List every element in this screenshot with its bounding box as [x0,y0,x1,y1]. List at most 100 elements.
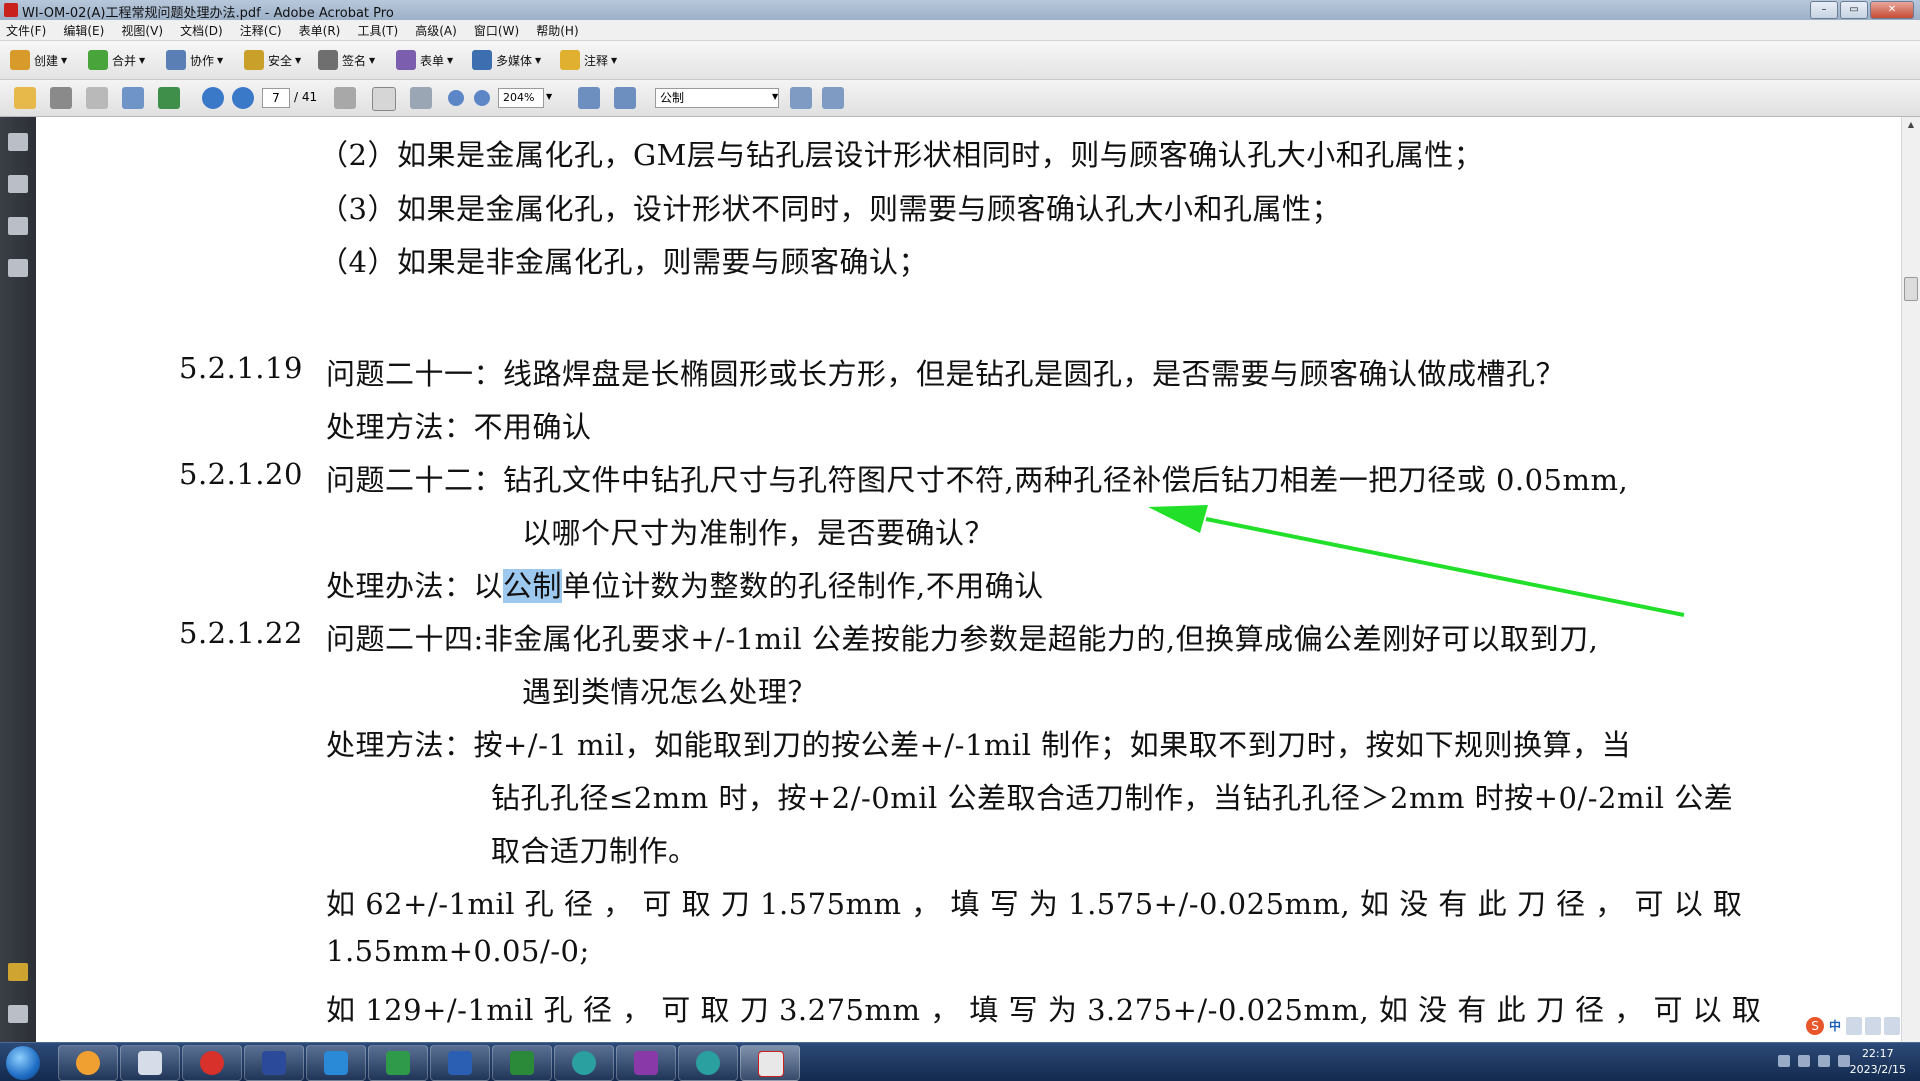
zoom-input[interactable]: 204% [498,88,544,108]
menu-view[interactable]: 视图(V) [115,21,169,41]
arrow-shaft [1205,517,1685,617]
taskbar-app-acrobat[interactable] [740,1045,800,1081]
attachments-icon[interactable] [8,1005,28,1023]
taskbar-app[interactable] [430,1045,490,1081]
taskbar-app[interactable] [492,1045,552,1081]
multimedia-icon [472,50,492,70]
annotation-arrow [1148,505,1685,617]
next-page-icon[interactable] [232,87,254,109]
network-icon[interactable] [1838,1055,1850,1067]
ime-toolbar: S 中 [1806,1017,1900,1035]
save-icon[interactable] [86,87,108,109]
taskbar-app[interactable] [120,1045,180,1081]
collaborate-button[interactable]: 协作 ▼ [166,49,223,71]
combine-icon [88,50,108,70]
zoom-tool-icon[interactable] [410,87,432,109]
shell-icon [76,1051,100,1075]
page-number-input[interactable]: 7 [262,88,290,108]
green-app-icon [386,1051,410,1075]
soft-keyboard-icon[interactable] [1865,1017,1881,1035]
taskbar-app[interactable] [678,1045,738,1081]
flag-icon[interactable] [1798,1055,1810,1067]
taskbar-app[interactable] [368,1045,428,1081]
form-icon [396,50,416,70]
floppy-icon [262,1051,286,1075]
zoom-out-icon[interactable] [448,90,464,106]
taskbar-app[interactable] [616,1045,676,1081]
pages-icon[interactable] [8,133,28,151]
punctuation-icon[interactable] [1846,1017,1862,1035]
find-input[interactable]: 公制 [655,88,779,108]
combine-button[interactable]: 合并 ▼ [88,49,145,71]
find-dropdown-icon[interactable]: ▼ [772,92,778,101]
menu-advanced[interactable]: 高级(A) [409,21,463,41]
scroll-up-icon[interactable]: ▲ [1902,117,1920,133]
collaborate-icon [166,50,186,70]
hand-tool-icon[interactable] [372,87,396,111]
tray-arrow-icon[interactable] [1778,1055,1790,1067]
volume-icon[interactable] [1818,1055,1830,1067]
open-icon[interactable] [14,87,36,109]
email-icon[interactable] [122,87,144,109]
start-button[interactable] [6,1046,40,1080]
find-next-icon[interactable] [822,87,844,109]
cross-app-icon [634,1051,658,1075]
share-icon[interactable] [158,87,180,109]
create-button[interactable]: 创建 ▼ [10,49,67,71]
tasks-toolbar: 创建 ▼ 合并 ▼ 协作 ▼ 安全 ▼ 签名 ▼ 表单 ▼ 多媒体 ▼ 注释 ▼ [0,41,1920,80]
minimize-button[interactable]: – [1810,1,1838,19]
fit-page-icon[interactable] [614,87,636,109]
excel-icon [510,1051,534,1075]
zoom-in-icon[interactable] [474,90,490,106]
menu-tools[interactable]: 工具(T) [351,21,404,41]
signatures-icon[interactable] [8,259,28,277]
ime-settings-icon[interactable] [1884,1017,1900,1035]
select-tool-icon[interactable] [334,87,356,109]
red-app-icon [200,1051,224,1075]
page-total: / 41 [294,90,318,104]
menu-file[interactable]: 文件(F) [0,21,52,41]
menu-help[interactable]: 帮助(H) [530,21,584,41]
previous-page-icon[interactable] [202,87,224,109]
taskbar-app[interactable] [182,1045,242,1081]
comments-icon[interactable] [8,963,28,981]
sign-button[interactable]: 签名 ▼ [318,49,375,71]
close-button[interactable]: ✕ [1870,1,1914,19]
title-bar: WI-OM-02(A)工程常规问题处理办法.pdf - Adobe Acroba… [0,0,1920,21]
sogou-icon[interactable]: S [1806,1017,1824,1035]
clock[interactable]: 22:17 2023/2/15 [1850,1046,1906,1078]
secure-button[interactable]: 安全 ▼ [244,49,301,71]
menu-window[interactable]: 窗口(W) [468,21,525,41]
scroll-thumb[interactable] [1904,277,1918,301]
taskbar: 22:17 2023/2/15 [0,1042,1920,1081]
maximize-button[interactable]: ▭ [1840,1,1868,19]
document-view[interactable]: （2）如果是金属化孔，GM层与钻孔层设计形状相同时，则与顾客确认孔大小和孔属性；… [36,117,1902,1042]
taskbar-app[interactable] [554,1045,614,1081]
menu-comments[interactable]: 注释(C) [234,21,288,41]
multimedia-button[interactable]: 多媒体 ▼ [472,49,541,71]
taskbar-app[interactable] [306,1045,366,1081]
comment-button[interactable]: 注释 ▼ [560,49,617,71]
taskbar-app[interactable] [58,1045,118,1081]
menu-edit[interactable]: 编辑(E) [57,21,110,41]
fit-width-icon[interactable] [578,87,600,109]
print-icon[interactable] [50,87,72,109]
bookmarks-icon[interactable] [8,175,28,193]
acrobat-icon [4,3,18,17]
taskbar-app[interactable] [244,1045,304,1081]
arrow-app-icon [324,1051,348,1075]
menu-forms[interactable]: 表单(R) [293,21,347,41]
menu-document[interactable]: 文档(D) [174,21,229,41]
layers-icon[interactable] [8,217,28,235]
eye-app-icon [572,1051,596,1075]
system-tray [1778,1055,1850,1067]
vertical-scrollbar[interactable]: ▲ [1901,117,1920,1042]
pen-icon [318,50,338,70]
find-previous-icon[interactable] [790,87,812,109]
forms-button[interactable]: 表单 ▼ [396,49,453,71]
ime-mode[interactable]: 中 [1827,1017,1843,1035]
notepad-icon [138,1051,162,1075]
clock-time: 22:17 [1861,1047,1894,1060]
zoom-dropdown-icon[interactable]: ▼ [546,92,552,101]
navigation-pane [0,117,36,1042]
